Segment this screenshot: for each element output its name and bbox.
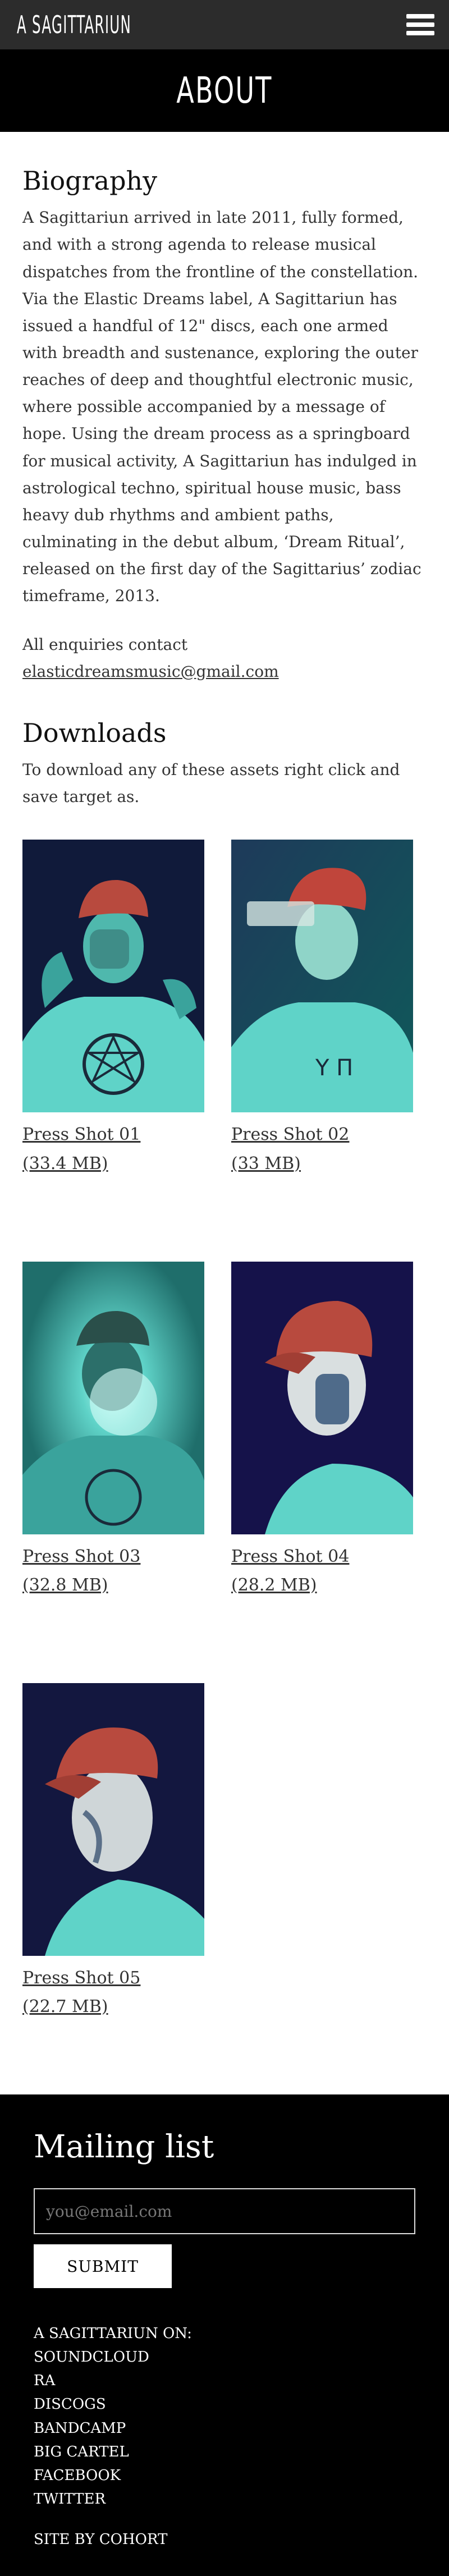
press-shot-size: (22.7 MB): [22, 1997, 108, 2017]
contact-label: All enquiries contact: [22, 635, 188, 654]
press-shot-name: Press Shot 02: [231, 1125, 350, 1145]
press-shot-size: (33.4 MB): [22, 1153, 108, 1174]
press-shot-name: Press Shot 01: [22, 1125, 141, 1145]
press-shot-link[interactable]: Press Shot 01 (33.4 MB): [22, 1120, 204, 1178]
svg-text:Y Π: Y Π: [315, 1055, 353, 1081]
soundcloud-link[interactable]: SOUNDCLOUD: [34, 2345, 415, 2369]
hamburger-menu-icon[interactable]: [406, 14, 434, 35]
big-cartel-link[interactable]: BIG CARTEL: [34, 2440, 415, 2464]
menu-bar-line: [406, 22, 434, 27]
bandcamp-link[interactable]: BANDCAMP: [34, 2417, 415, 2440]
press-shot-card: Press Shot 04 (28.2 MB): [231, 1261, 413, 1600]
press-shot-link[interactable]: Press Shot 04 (28.2 MB): [231, 1542, 413, 1600]
press-shot-size: (33 MB): [231, 1153, 301, 1174]
twitter-link[interactable]: TWITTER: [34, 2487, 415, 2511]
press-shot-image[interactable]: [22, 1261, 204, 1534]
site-credit: SITE BY COHORT: [34, 2531, 415, 2548]
press-shot-grid: Press Shot 01 (33.4 MB) Y Π Press Shot 0…: [22, 840, 427, 2022]
site-logo[interactable]: A Sagittariun: [17, 11, 131, 39]
social-links-label: A SAGITTARIUN ON:: [34, 2325, 192, 2343]
press-shot-image[interactable]: [22, 840, 204, 1113]
downloads-intro: To download any of these assets right cl…: [22, 760, 400, 806]
press-shot-size: (28.2 MB): [231, 1575, 317, 1596]
downloads-heading: Downloads: [22, 717, 167, 748]
press-shot-name: Press Shot 04: [231, 1546, 350, 1566]
mailing-list-heading: Mailing list: [34, 2128, 214, 2165]
press-shot-link[interactable]: Press Shot 03 (32.8 MB): [22, 1542, 204, 1600]
press-shot-size: (32.8 MB): [22, 1575, 108, 1596]
press-shot-card: Press Shot 03 (32.8 MB): [22, 1261, 204, 1600]
site-footer: Mailing list SUBMIT A SAGITTARIUN ON: SO…: [0, 2094, 449, 2576]
contact-email-link[interactable]: elasticdreamsmusic@gmail.com: [22, 662, 279, 681]
biography-heading: Biography: [22, 166, 158, 196]
press-shot-image[interactable]: Y Π: [231, 840, 413, 1113]
facebook-link[interactable]: FACEBOOK: [34, 2464, 415, 2487]
press-shot-link[interactable]: Press Shot 02 (33 MB): [231, 1120, 413, 1178]
main-content: Biography A Sagittariun arrived in late …: [0, 132, 449, 2094]
press-shot-card: Y Π Press Shot 02 (33 MB): [231, 840, 413, 1178]
menu-bar-line: [406, 14, 434, 19]
contact-block: All enquiries contact elasticdreamsmusic…: [22, 631, 427, 685]
site-credit-link[interactable]: SITE BY COHORT: [34, 2531, 167, 2548]
email-input[interactable]: [34, 2188, 415, 2235]
press-shot-link[interactable]: Press Shot 05 (22.7 MB): [22, 1964, 204, 2022]
top-bar: A Sagittariun: [0, 0, 449, 49]
press-shot-card: Press Shot 05 (22.7 MB): [22, 1683, 204, 2022]
press-shot-image[interactable]: [231, 1261, 413, 1534]
discogs-link[interactable]: DISCOGS: [34, 2392, 415, 2416]
social-links: A SAGITTARIUN ON: SOUNDCLOUD RA DISCOGS …: [34, 2322, 415, 2511]
submit-button[interactable]: SUBMIT: [34, 2244, 172, 2289]
biography-text: A Sagittariun arrived in late 2011, full…: [22, 208, 421, 606]
press-shot-card: Press Shot 01 (33.4 MB): [22, 840, 204, 1178]
page-hero: About: [0, 49, 449, 132]
press-shot-name: Press Shot 05: [22, 1968, 141, 1988]
page-title: About: [176, 70, 273, 112]
press-shot-image[interactable]: [22, 1683, 204, 1956]
ra-link[interactable]: RA: [34, 2369, 415, 2392]
press-shot-name: Press Shot 03: [22, 1546, 141, 1566]
menu-bar-line: [406, 31, 434, 35]
